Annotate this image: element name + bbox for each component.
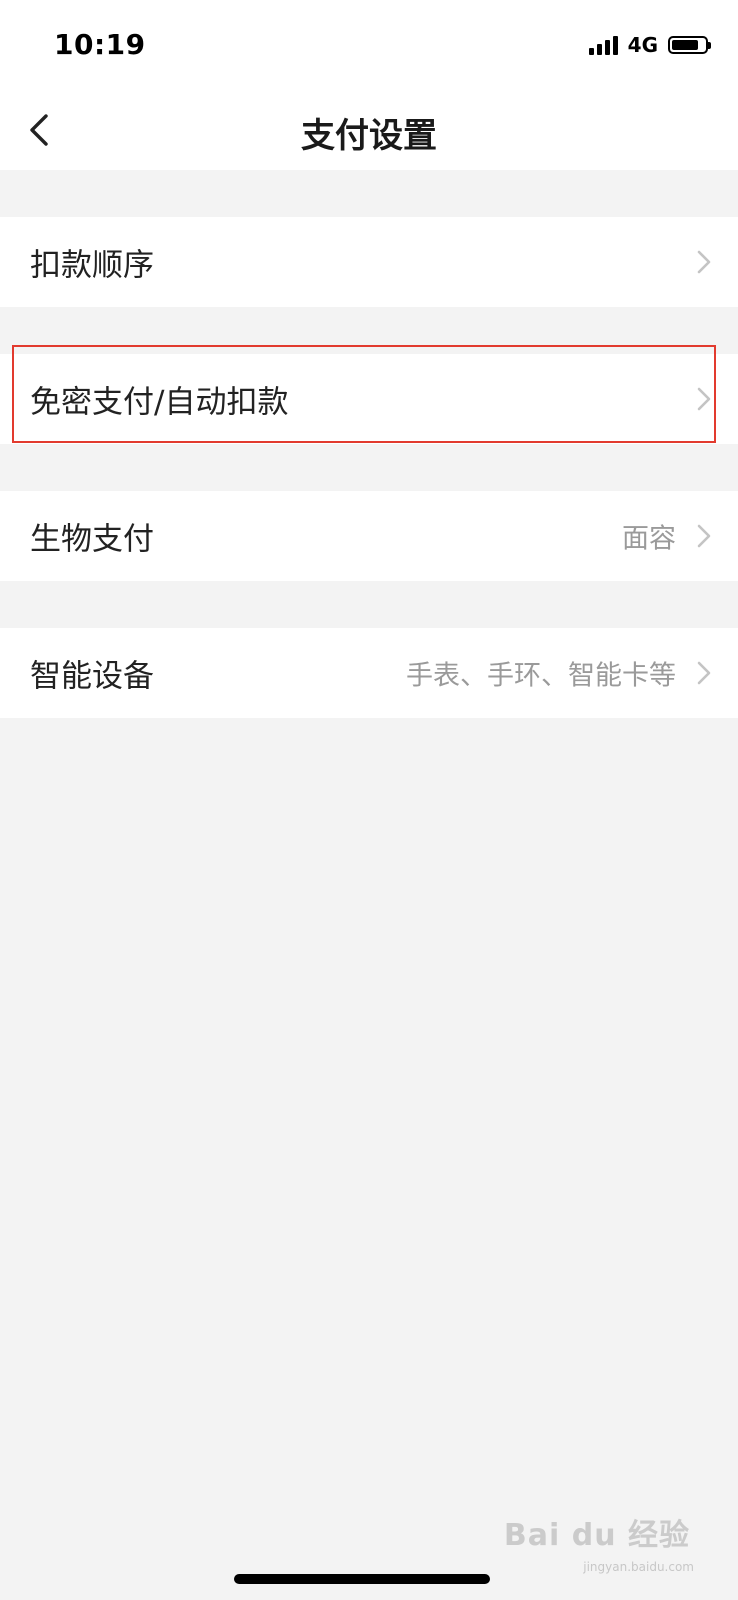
settings-item-label: 智能设备 [30, 658, 154, 695]
settings-item-biometric-payment[interactable]: 生物支付 面容 [0, 491, 738, 581]
chevron-right-icon [697, 387, 711, 411]
network-type-label: 4G [627, 33, 658, 57]
settings-item-label: 生物支付 [30, 521, 154, 558]
chevron-right-icon [697, 250, 711, 274]
home-indicator[interactable] [234, 1574, 490, 1584]
status-time: 10:19 [54, 28, 146, 61]
chevron-right-icon [697, 524, 711, 548]
settings-item-value: 手表、手环、智能卡等 [406, 660, 676, 692]
watermark-url: jingyan.baidu.com [583, 1560, 694, 1574]
settings-item-password-free-payment[interactable]: 免密支付/自动扣款 [0, 354, 738, 444]
settings-group-biometric: 生物支付 面容 [0, 491, 738, 581]
settings-item-label: 扣款顺序 [30, 247, 154, 284]
navigation-bar: 支付设置 [0, 90, 738, 170]
battery-level-fill [672, 40, 698, 50]
battery-icon [668, 36, 711, 54]
settings-group-password-free: 免密支付/自动扣款 [0, 354, 738, 444]
status-bar: 10:19 4G [0, 0, 738, 90]
settings-item-smart-devices[interactable]: 智能设备 手表、手环、智能卡等 [0, 628, 738, 718]
settings-group-smart-devices: 智能设备 手表、手环、智能卡等 [0, 628, 738, 718]
status-indicators: 4G [588, 32, 711, 58]
watermark-logo: Bai du 经验 [503, 1518, 690, 1553]
page-title: 支付设置 [301, 116, 437, 156]
settings-group-deduction-order: 扣款顺序 [0, 217, 738, 307]
settings-item-deduction-order[interactable]: 扣款顺序 [0, 217, 738, 307]
chevron-right-icon [697, 661, 711, 685]
settings-item-label: 免密支付/自动扣款 [30, 384, 289, 421]
signal-strength-icon [588, 35, 618, 55]
settings-item-value: 面容 [622, 523, 676, 555]
